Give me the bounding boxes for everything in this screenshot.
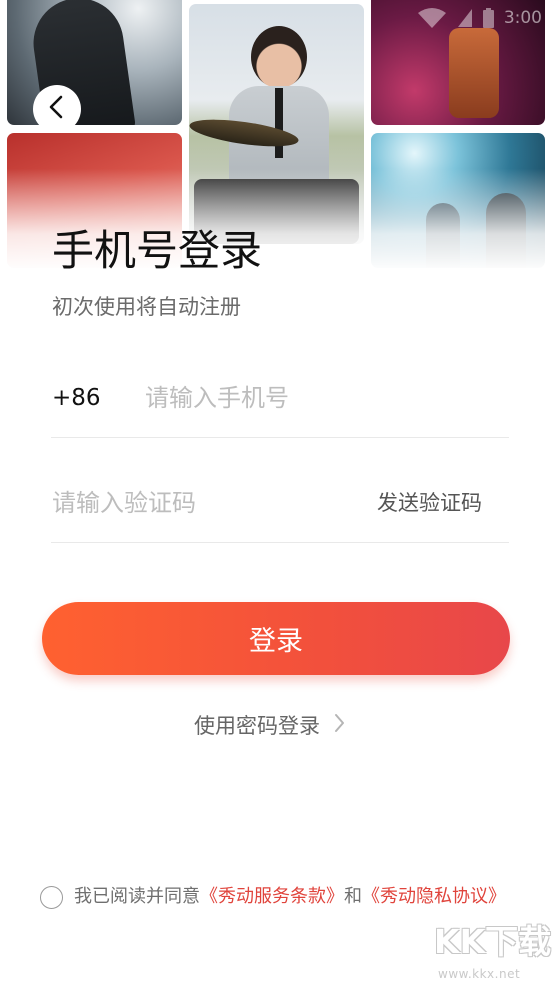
country-code-selector[interactable]: +86 bbox=[52, 382, 101, 414]
verification-code-input[interactable] bbox=[52, 487, 352, 519]
agreement-checkbox[interactable] bbox=[40, 885, 63, 909]
status-bar: 3:00 bbox=[417, 6, 542, 30]
watermark-logo: KK下载 bbox=[434, 922, 552, 961]
login-button-label: 登录 bbox=[249, 626, 303, 657]
page-subtitle: 初次使用将自动注册 bbox=[52, 295, 241, 319]
agreement-prefix: 我已阅读并同意 bbox=[74, 886, 200, 907]
watermark-url: www.kkx.net bbox=[438, 967, 521, 981]
send-code-button[interactable]: 发送验证码 bbox=[377, 488, 482, 518]
phone-input[interactable] bbox=[145, 382, 495, 414]
signal-icon bbox=[457, 8, 473, 28]
chevron-left-icon bbox=[47, 95, 67, 123]
phone-divider bbox=[51, 437, 509, 438]
agreement-and: 和 bbox=[344, 886, 362, 907]
agreement-row: 我已阅读并同意 《秀动服务条款》 和 《秀动隐私协议》 bbox=[40, 885, 506, 909]
password-login-label: 使用密码登录 bbox=[194, 714, 320, 738]
battery-icon bbox=[482, 8, 494, 28]
login-button[interactable]: 登录 bbox=[42, 602, 510, 675]
page-title: 手机号登录 bbox=[52, 226, 263, 275]
privacy-link[interactable]: 《秀动隐私协议》 bbox=[362, 885, 506, 909]
password-login-link[interactable]: 使用密码登录 bbox=[194, 712, 345, 740]
code-divider bbox=[51, 542, 509, 543]
login-screen: 3:00 手机号登录 初次使用将自动注册 +86 发送验证码 登录 使用密码登录… bbox=[0, 0, 552, 983]
status-time: 3:00 bbox=[503, 8, 542, 28]
wifi-icon bbox=[417, 7, 447, 29]
chevron-right-icon bbox=[334, 712, 345, 740]
back-button[interactable] bbox=[33, 85, 81, 133]
terms-link[interactable]: 《秀动服务条款》 bbox=[200, 885, 344, 909]
